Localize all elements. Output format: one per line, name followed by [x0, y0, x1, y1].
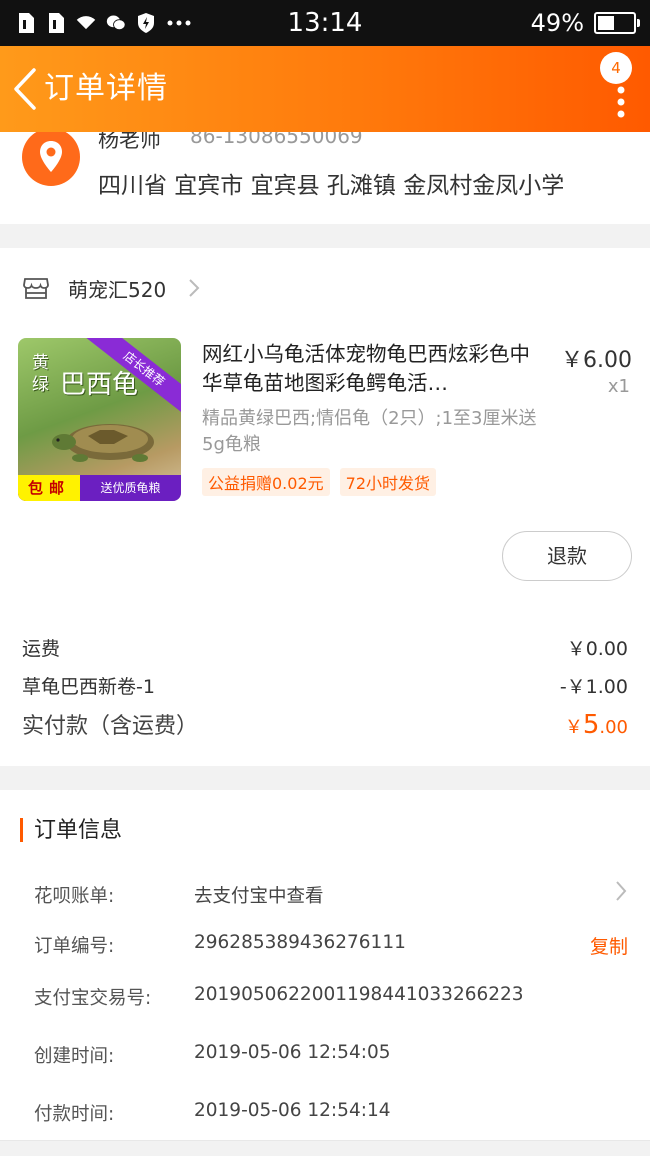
- order-items-card: 萌宠汇520 黄绿 巴西龟 店长推荐 包邮 送优质龟粮 网红小乌龟活体宠物龟巴西…: [0, 248, 650, 766]
- battery-percent: 49%: [530, 9, 584, 37]
- recipient-address: 四川省 宜宾市 宜宾县 孔滩镇 金凤村金凤小学: [98, 173, 565, 199]
- copy-button[interactable]: 复制: [590, 932, 628, 959]
- total-dec: .00: [599, 717, 628, 738]
- coupon-row: 草龟巴西新卷-1 -￥1.00: [22, 672, 628, 699]
- order-number-label: 订单编号:: [34, 936, 115, 957]
- huabei-value: 去支付宝中查看: [194, 886, 324, 907]
- huabei-label: 花呗账单:: [34, 886, 115, 907]
- order-info-title: 订单信息: [34, 818, 123, 843]
- tag-charity: 公益捐赠0.02元: [202, 468, 330, 496]
- chevron-right-icon[interactable]: [186, 278, 202, 298]
- page-title: 订单详情: [44, 71, 168, 106]
- back-button[interactable]: [6, 64, 46, 114]
- shipping-label: 运费: [22, 638, 61, 660]
- shipping-row: 运费 ￥0.00: [22, 634, 628, 661]
- order-number-value: 296285389436276111: [194, 932, 406, 953]
- store-name[interactable]: 萌宠汇520: [68, 274, 166, 303]
- turtle-illustration: [52, 424, 154, 462]
- paid-time-value: 2019-05-06 12:54:14: [194, 1100, 391, 1121]
- product-price: ￥6.00: [561, 348, 632, 373]
- battery-icon: [594, 12, 640, 34]
- coupon-label: 草龟巴西新卷-1: [22, 676, 155, 698]
- total-row: 实付款（含运费） ￥5.00: [22, 708, 628, 740]
- tag-shipping: 72小时发货: [339, 468, 437, 496]
- status-right: 49%: [530, 0, 640, 46]
- chevron-right-icon[interactable]: [614, 880, 628, 902]
- more-menu-button[interactable]: [614, 78, 628, 118]
- product-sku: 精品黄绿巴西;情侣龟（2只）;1至3厘米送5g龟粮: [202, 408, 537, 455]
- total-currency: ￥: [564, 717, 583, 738]
- paid-time-label: 付款时间:: [34, 1104, 115, 1125]
- total-int: 5: [582, 710, 600, 740]
- status-bar: 13:14 49%: [0, 0, 650, 46]
- created-time-value: 2019-05-06 12:54:05: [194, 1042, 391, 1063]
- total-value: ￥5.00: [565, 710, 628, 740]
- image-side-text: 黄绿: [32, 353, 49, 395]
- location-pin-icon: [22, 128, 80, 186]
- product-title[interactable]: 网红小乌龟活体宠物龟巴西炫彩色中华草龟苗地图彩龟鳄龟活…: [202, 340, 544, 398]
- alipay-trade-label: 支付宝交易号:: [34, 988, 152, 1009]
- order-info-card: 订单信息 花呗账单: 去支付宝中查看 订单编号: 296285389436276…: [0, 790, 650, 1140]
- image-strip-left: 包邮: [18, 475, 80, 501]
- refund-button[interactable]: 退款: [502, 531, 632, 581]
- section-accent-bar: [20, 818, 23, 842]
- product-image[interactable]: 黄绿 巴西龟 店长推荐 包邮 送优质龟粮: [18, 338, 181, 501]
- image-bottom-strip: 包邮 送优质龟粮: [18, 475, 181, 501]
- store-icon: [22, 276, 50, 300]
- alipay-trade-value: 2019050622001198441033266223: [194, 984, 524, 1005]
- product-tags: 公益捐赠0.02元 72小时发货: [202, 468, 437, 496]
- total-label: 实付款（含运费）: [22, 714, 199, 739]
- nav-bar: 订单详情 4: [0, 46, 650, 132]
- created-time-label: 创建时间:: [34, 1046, 115, 1067]
- shipping-value: ￥0.00: [566, 638, 628, 660]
- divider: [0, 1140, 650, 1141]
- product-quantity: x1: [607, 376, 630, 397]
- image-strip-right: 送优质龟粮: [100, 481, 161, 495]
- coupon-value: -￥1.00: [559, 676, 628, 698]
